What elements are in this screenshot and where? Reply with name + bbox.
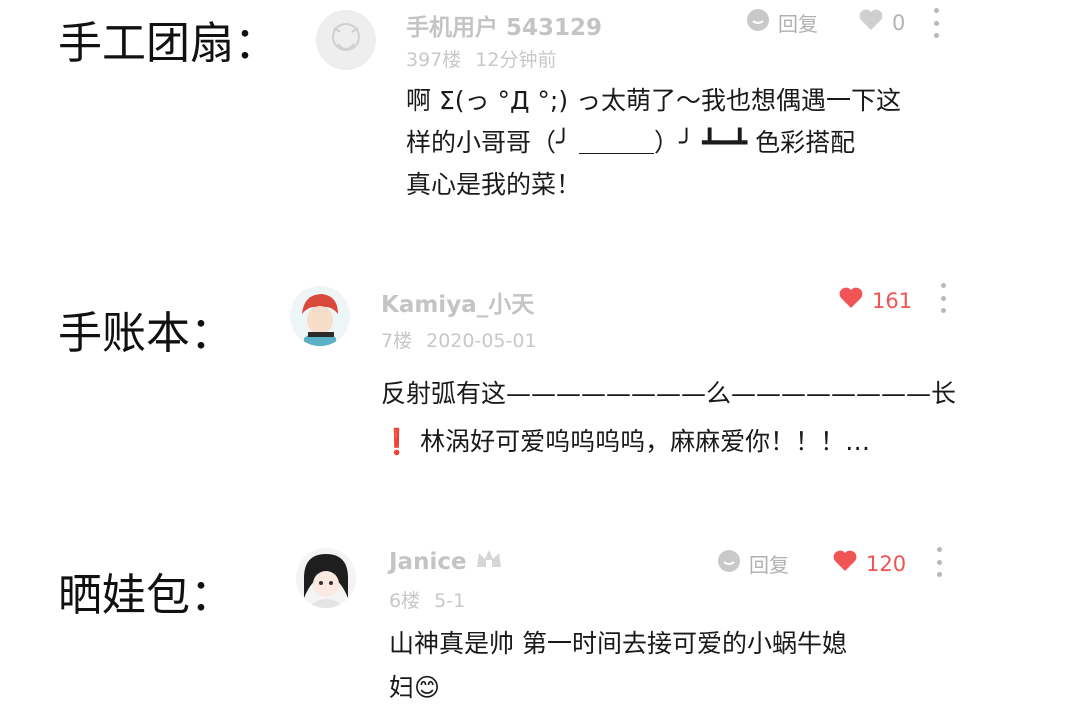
heart-icon: [838, 286, 864, 315]
more-icon: [940, 283, 946, 288]
like-count: 120: [866, 551, 907, 576]
avatar[interactable]: [316, 10, 376, 70]
section-label-notebook: 手账本：: [58, 308, 234, 359]
more-button[interactable]: [931, 8, 941, 38]
more-button[interactable]: [938, 283, 948, 313]
avatar[interactable]: [296, 548, 356, 608]
comment-line: 山神真是帅 第一时间去接可爱的小蜗牛媳: [389, 629, 847, 658]
more-icon: [933, 8, 939, 13]
username[interactable]: Janice: [389, 547, 503, 577]
section-label-baby-bag: 晒娃包：: [58, 570, 234, 621]
comment-line: 啊 Σ(っ °Д °;) っ太萌了～我也想偶遇一下这: [406, 86, 902, 115]
reply-button[interactable]: 回复: [746, 8, 818, 37]
comment-body: 山神真是帅 第一时间去接可爱的小蜗牛媳 妇😊: [389, 622, 949, 710]
like-count: 0: [892, 10, 906, 35]
default-avatar-icon: [316, 10, 376, 70]
reply-button[interactable]: 回复: [717, 549, 789, 578]
like-button[interactable]: 161: [838, 286, 912, 315]
heart-icon: [858, 8, 884, 37]
username-text: Janice: [389, 549, 467, 575]
reply-label: 回复: [778, 12, 818, 36]
reply-label: 回复: [749, 553, 789, 577]
username[interactable]: Kamiya_小天: [381, 285, 534, 319]
section-label-fan: 手工团扇：: [58, 18, 278, 69]
like-button[interactable]: 0: [858, 8, 905, 37]
like-count: 161: [872, 288, 913, 313]
comment-body: 反射弧有这————————么————————长 ❗ 林涡好可爱呜呜呜呜，麻麻爱你…: [381, 370, 971, 466]
comment-body: 啊 Σ(っ °Д °;) っ太萌了～我也想偶遇一下这 样的小哥哥（╯ ＿＿＿）╯…: [406, 80, 966, 206]
reply-icon: [746, 8, 770, 37]
comment-meta: 7楼 2020-05-01: [381, 330, 537, 352]
username[interactable]: 手机用户 543129: [406, 8, 602, 42]
avatar[interactable]: [290, 286, 350, 346]
comment-line: 样的小哥哥（╯ ＿＿＿）╯ ┻━┻ 色彩搭配: [406, 128, 856, 157]
comment-meta: 397楼 12分钟前: [406, 49, 557, 71]
more-button[interactable]: [934, 547, 944, 577]
comment-line: ❗ 林涡好可爱呜呜呜呜，麻麻爱你！！！…: [381, 427, 871, 456]
more-icon: [936, 547, 942, 552]
user-avatar-icon: [296, 548, 356, 608]
like-button[interactable]: 120: [832, 549, 906, 578]
comment-line: 反射弧有这————————么————————长: [381, 379, 957, 408]
comment-line: 妇😊: [389, 673, 441, 702]
crown-icon: [475, 547, 503, 577]
user-avatar-icon: [290, 286, 350, 346]
heart-icon: [832, 549, 858, 578]
reply-icon: [717, 549, 741, 578]
comment-meta: 6楼 5-1: [389, 590, 466, 612]
comment-line: 真心是我的菜！: [406, 170, 582, 199]
